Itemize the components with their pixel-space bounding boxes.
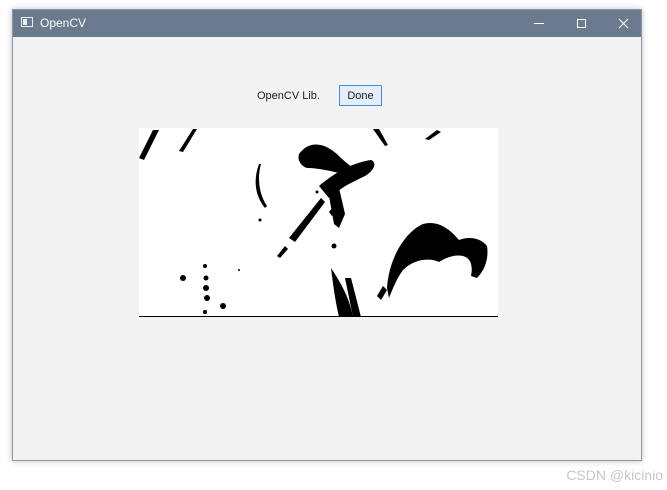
- opencv-window: OpenCV OpenCV Lib. Done: [12, 9, 642, 461]
- done-button[interactable]: Done: [339, 85, 382, 106]
- window-title: OpenCV: [40, 16, 87, 30]
- maximize-icon: [576, 19, 586, 28]
- title-bar[interactable]: OpenCV: [13, 10, 641, 37]
- app-window-icon: [21, 17, 33, 27]
- close-icon: [618, 18, 629, 29]
- maximize-button[interactable]: [560, 10, 602, 37]
- opencv-lib-label: OpenCV Lib.: [257, 90, 320, 102]
- watermark-text: CSDN @kicinio: [566, 467, 663, 483]
- thresholded-image-view: [139, 128, 498, 317]
- minimize-icon: [534, 23, 544, 24]
- binary-image-graphic: [139, 128, 498, 316]
- minimize-button[interactable]: [518, 10, 560, 37]
- close-button[interactable]: [602, 10, 641, 37]
